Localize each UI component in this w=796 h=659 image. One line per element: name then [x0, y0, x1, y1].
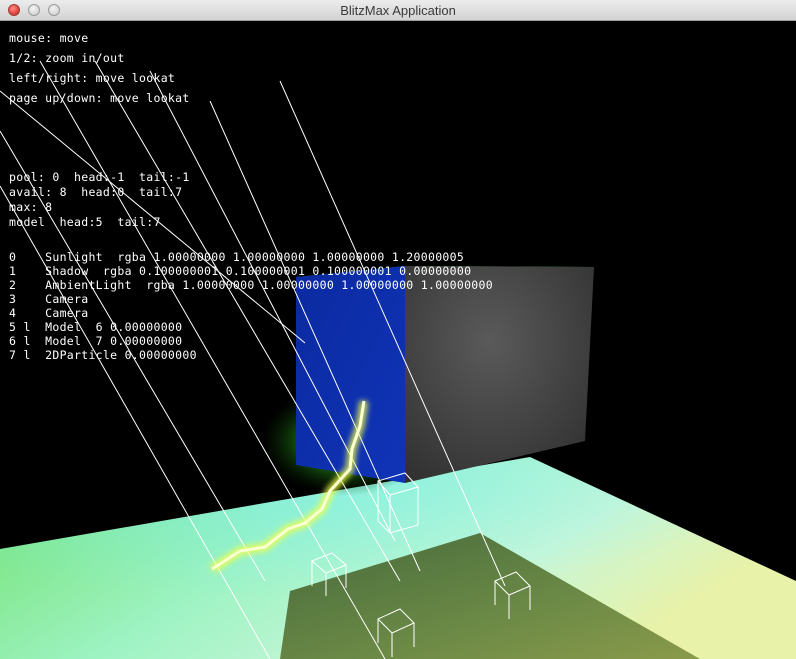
stat-avail: avail: 8 head:0 tail:7	[9, 185, 183, 199]
title-bar[interactable]: BlitzMax Application	[0, 0, 796, 21]
render-viewport[interactable]: mouse: move 1/2: zoom in/out left/right:…	[0, 21, 796, 659]
entity-row: 5 l Model 6 0.00000000	[9, 320, 183, 334]
entity-row: 7 l 2DParticle 0.00000000	[9, 348, 197, 362]
entity-row: 1 Shadow rgba 0.100000001 0.100000001 0.…	[9, 264, 472, 278]
help-mouse: mouse: move	[9, 31, 89, 45]
app-window: BlitzMax Application mouse: move 1/2: zo…	[0, 0, 796, 659]
entity-row: 6 l Model 7 0.00000000	[9, 334, 183, 348]
stat-max: max: 8	[9, 200, 53, 214]
help-zoom: 1/2: zoom in/out	[9, 51, 125, 65]
entity-row: 0 Sunlight rgba 1.00000000 1.00000000 1.…	[9, 250, 465, 264]
cube-front-face	[405, 266, 594, 483]
entity-row: 3 Camera	[9, 292, 89, 306]
entity-row: 2 AmbientLight rgba 1.00000000 1.0000000…	[9, 278, 493, 292]
window-title: BlitzMax Application	[340, 3, 456, 18]
help-pageupdown: page up/down: move lookat	[9, 91, 190, 105]
help-lookat: left/right: move lookat	[9, 71, 176, 85]
stat-pool: pool: 0 head:-1 tail:-1	[9, 170, 190, 184]
entity-row: 4 Camera	[9, 306, 89, 320]
stat-model: model head:5 tail:7	[9, 215, 161, 229]
